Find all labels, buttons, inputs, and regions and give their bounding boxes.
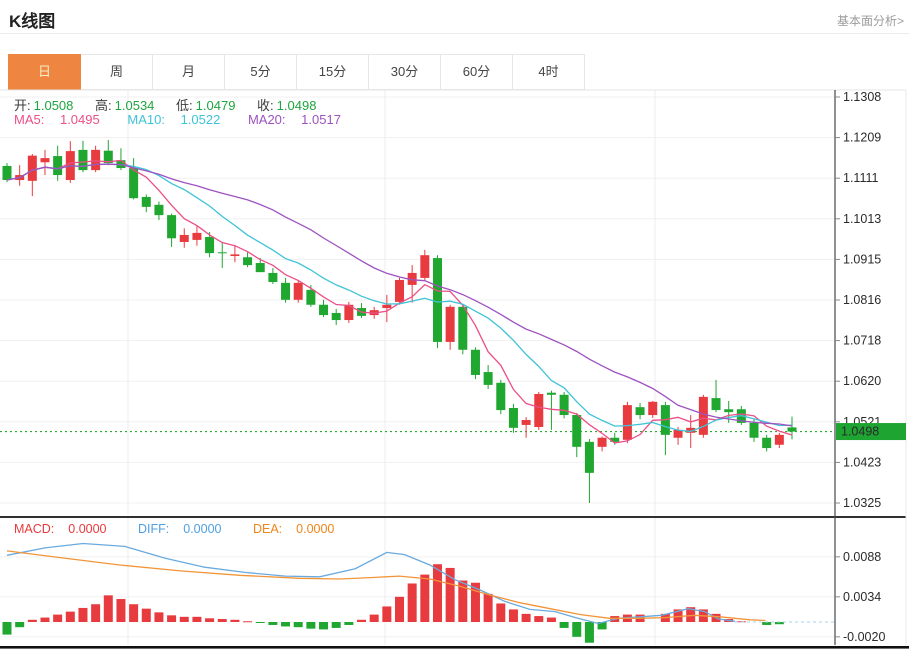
ma5-label: MA5:: [14, 112, 44, 127]
svg-text:1.1111: 1.1111: [843, 171, 878, 185]
svg-text:1.0498: 1.0498: [841, 425, 879, 439]
high-label: 高:: [95, 98, 112, 113]
low-label: 低:: [176, 98, 193, 113]
ma20-label: MA20:: [248, 112, 286, 127]
ma20-value: 1.0517: [301, 112, 341, 127]
svg-text:1.0325: 1.0325: [843, 496, 881, 510]
svg-text:1.0718: 1.0718: [843, 334, 881, 348]
svg-text:1.0915: 1.0915: [843, 252, 881, 266]
price-axis: 1.1308 1.1209 1.1111 1.1013 1.0915 1.0816 1.07…: [835, 90, 885, 644]
open-value: 1.0508: [34, 98, 74, 113]
close-value: 1.0498: [277, 98, 317, 113]
svg-text:1.0816: 1.0816: [843, 293, 881, 307]
dea-label: DEA:: [253, 522, 282, 536]
current-price-badge: 1.0498: [836, 423, 906, 440]
ma5-value: 1.0495: [60, 112, 100, 127]
svg-text:1.1209: 1.1209: [843, 131, 881, 145]
diff-item: DIFF: 0.0000: [138, 522, 235, 536]
svg-text:-0.0020: -0.0020: [843, 630, 885, 644]
svg-text:0.0088: 0.0088: [843, 550, 881, 564]
high-value: 1.0534: [115, 98, 155, 113]
kline-widget: K线图 基本面分析> 日周月5分15分30分60分4时 1.13081.1209…: [0, 0, 909, 649]
ma10-item: MA10: 1.0522: [127, 112, 232, 127]
ma10-label: MA10:: [127, 112, 165, 127]
open-label: 开:: [14, 98, 31, 113]
svg-text:1.0423: 1.0423: [843, 455, 881, 469]
low-value: 1.0479: [196, 98, 236, 113]
ma-legend: MA5: 1.0495 MA10: 1.0522 MA20: 1.0517: [14, 112, 365, 127]
macd-label: MACD:: [14, 522, 54, 536]
candles-layer: [3, 140, 797, 503]
dea-item: DEA: 0.0000: [253, 522, 348, 536]
svg-text:1.1013: 1.1013: [843, 212, 881, 226]
grid-layer: [0, 90, 835, 645]
ma20-item: MA20: 1.0517: [248, 112, 353, 127]
svg-text:1.1308: 1.1308: [843, 90, 881, 104]
svg-text:1.0620: 1.0620: [843, 374, 881, 388]
diff-value: 0.0000: [183, 522, 221, 536]
svg-text:0.0034: 0.0034: [843, 590, 881, 604]
ma10-value: 1.0522: [181, 112, 221, 127]
ma5-item: MA5: 1.0495: [14, 112, 112, 127]
dea-value: 0.0000: [296, 522, 334, 536]
close-label: 收:: [257, 98, 274, 113]
macd-legend: MACD: 0.0000 DIFF: 0.0000 DEA: 0.0000: [14, 522, 362, 536]
diff-label: DIFF:: [138, 522, 169, 536]
macd-item: MACD: 0.0000: [14, 522, 121, 536]
macd-value: 0.0000: [68, 522, 106, 536]
